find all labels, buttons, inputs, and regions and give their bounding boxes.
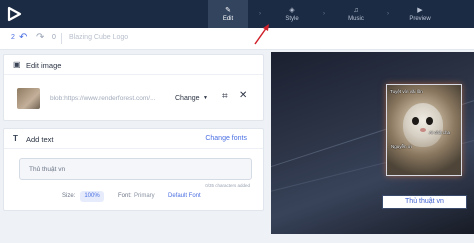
- size-value[interactable]: 100%: [80, 191, 104, 202]
- play-icon: ▶: [417, 6, 423, 14]
- cat-nose: [420, 128, 426, 132]
- toolbar: 2 ↶ ↷ 0 Blazing Cube Logo: [0, 28, 474, 50]
- meme-text-top: Tuyệt vời vãi lồn: [390, 89, 423, 94]
- cat-face: [403, 103, 443, 147]
- image-url: blob:https://www.renderforest.com/...: [50, 95, 156, 102]
- tab-music-label: Music: [348, 15, 364, 22]
- close-icon[interactable]: ✕: [239, 90, 247, 101]
- meme-text-middle: Ai chả cha: [429, 130, 451, 135]
- annotation-arrow: [254, 24, 269, 45]
- edit-image-panel: ▣ Edit image blob:https://www.renderfore…: [3, 54, 264, 121]
- redo-count: 0: [52, 34, 56, 41]
- caret-down-icon[interactable]: ▼: [203, 95, 208, 101]
- tab-style[interactable]: ◈ Style: [272, 0, 312, 28]
- layers-icon: ◈: [289, 6, 295, 14]
- tab-edit[interactable]: ✎ Edit: [208, 0, 248, 28]
- preview-caption: Thủ thuật vn: [382, 195, 467, 209]
- tab-preview[interactable]: ▶ Preview: [400, 0, 440, 28]
- tab-music[interactable]: ♫ Music: [336, 0, 376, 28]
- image-thumbnail[interactable]: [17, 88, 40, 109]
- preview-photo: Tuyệt vời vãi lồn Ai chả cha Nguyễn ơi: [386, 84, 462, 176]
- change-image-button[interactable]: Change: [175, 95, 200, 102]
- chevron-right-icon: ›: [323, 11, 325, 17]
- crop-icon[interactable]: ⌗: [222, 91, 228, 102]
- tab-edit-label: Edit: [222, 15, 234, 22]
- step-nav: ✎ Edit › ◈ Style › ♫ Music › ▶ Preview: [208, 0, 440, 28]
- redo-icon[interactable]: ↷: [36, 32, 44, 44]
- cat-eye: [412, 117, 419, 125]
- toolbar-divider: [61, 33, 62, 44]
- add-text-title: Add text: [26, 135, 54, 144]
- image-icon: ▣: [13, 60, 21, 69]
- font-value: Primary: [134, 193, 155, 199]
- change-fonts-link[interactable]: Change fonts: [205, 135, 247, 142]
- project-title-input[interactable]: Blazing Cube Logo: [69, 34, 128, 41]
- undo-icon[interactable]: ↶: [19, 32, 27, 44]
- char-count: 0/35 characters added: [205, 183, 250, 188]
- logo[interactable]: [0, 0, 28, 28]
- add-text-header: T Add text Change fonts: [4, 129, 263, 149]
- text-input-value: Thủ thuật vn: [29, 166, 66, 173]
- edit-image-header: ▣ Edit image: [4, 55, 263, 75]
- tab-style-label: Style: [285, 15, 299, 22]
- default-font-link[interactable]: Default Font: [168, 193, 201, 199]
- top-nav-bar: ✎ Edit › ◈ Style › ♫ Music › ▶ Preview: [0, 0, 474, 28]
- add-text-panel: T Add text Change fonts Thủ thuật vn 0/3…: [3, 128, 264, 211]
- video-preview[interactable]: Tuyệt vời vãi lồn Ai chả cha Nguyễn ơi T…: [271, 52, 474, 234]
- cat-eye: [426, 117, 433, 125]
- text-icon: T: [13, 134, 18, 143]
- text-input[interactable]: Thủ thuật vn: [19, 158, 252, 180]
- undo-count: 2: [11, 34, 15, 41]
- edit-image-title: Edit image: [26, 61, 62, 70]
- chevron-right-icon: ›: [387, 11, 389, 17]
- tab-preview-label: Preview: [409, 15, 431, 22]
- size-label: Size:: [62, 193, 76, 199]
- pencil-icon: ✎: [225, 6, 231, 14]
- music-note-icon: ♫: [353, 6, 359, 14]
- meme-text-bottom: Nguyễn ơi: [391, 144, 412, 149]
- font-label: Font:: [118, 193, 132, 199]
- play-logo-icon: [7, 6, 22, 22]
